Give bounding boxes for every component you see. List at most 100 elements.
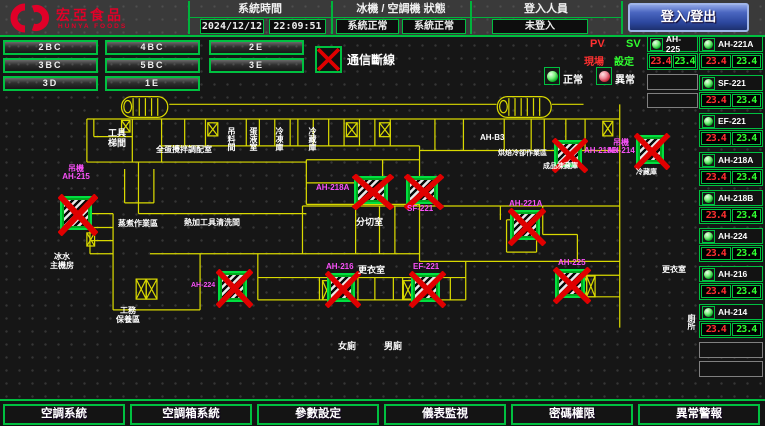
- unit-row-sf-221[interactable]: SF-221: [699, 75, 763, 91]
- company-name: 宏亞食品: [56, 5, 124, 25]
- header-bar: 宏亞食品 HUNYA FOODS 系統時間 2024/12/12 22:09:5…: [0, 0, 765, 37]
- unit-status-lamp-icon: [650, 38, 663, 51]
- floor-button-2e[interactable]: 2E: [209, 40, 304, 55]
- room-label: 工務 保養區: [112, 307, 144, 325]
- fan-equipment-icon[interactable]: [411, 273, 440, 302]
- room-label: 工具 梯間: [104, 129, 130, 149]
- unit-status-lamp-icon: [702, 192, 715, 205]
- unit-name-label: EF-221: [718, 116, 746, 126]
- unit-sv-value: 23.4: [732, 209, 762, 222]
- abnormal-lamp-icon: [596, 67, 612, 85]
- unit-status-lamp-icon: [702, 230, 715, 243]
- unit-values: 23.4 23.4: [699, 245, 763, 262]
- room-label: 分切室: [356, 218, 383, 228]
- unit-row-ah-218b[interactable]: AH-218B: [699, 190, 763, 206]
- equipment-label: EF-221: [413, 263, 445, 271]
- unit-sv-value: 23.4: [732, 132, 762, 145]
- room-label: 冷凍庫: [275, 127, 283, 151]
- nav-ac-system-button[interactable]: 空調系統: [3, 404, 125, 425]
- unit-name-label: AH-224: [718, 231, 747, 241]
- room-label: 更衣室: [662, 266, 686, 275]
- unit-name-label: SF-221: [718, 78, 746, 88]
- unit-pv-value: 23.4: [701, 94, 731, 107]
- unit-name-label: AH-225: [666, 34, 695, 54]
- empty-panel-cell: [647, 74, 698, 90]
- equipment-label: AH-224: [191, 282, 217, 289]
- unit-values: 23.4 23.4: [699, 92, 763, 109]
- system-time-label: 系統時間: [190, 2, 330, 16]
- empty-panel-cell: [699, 342, 763, 358]
- unit-name-label: AH-218B: [718, 193, 753, 203]
- unit-status-lamp-icon: [702, 268, 715, 281]
- normal-legend-label: 正常: [563, 71, 583, 86]
- equipment-label: AH-216: [326, 263, 360, 271]
- ahu-equipment-icon[interactable]: [327, 273, 355, 302]
- header-divider: [621, 1, 623, 34]
- floor-button-3e[interactable]: 3E: [209, 58, 304, 73]
- unit-values: 23.4 23.4: [699, 169, 763, 186]
- login-user-label: 登入人員: [472, 2, 620, 16]
- unit-row-ah-224[interactable]: AH-224: [699, 228, 763, 244]
- unit-pv-value: 23.4: [701, 323, 731, 336]
- ahu-equipment-icon[interactable]: [354, 176, 388, 204]
- unit-status-lamp-icon: [702, 115, 715, 128]
- unit-pv-value: 23.4: [701, 247, 731, 260]
- floor-button-1e[interactable]: 1E: [105, 76, 200, 91]
- room-label: AH-B3: [480, 134, 504, 143]
- ahu-equipment-icon[interactable]: [555, 269, 585, 298]
- room-label: 冰水 主機房: [47, 253, 77, 271]
- unit-status-lamp-icon: [702, 38, 715, 51]
- unit-sv-value: 23.4: [732, 247, 762, 260]
- unit-pv-value: 23.4: [701, 171, 731, 184]
- ahu-equipment-icon[interactable]: [636, 135, 664, 164]
- unit-name-label: AH-216: [718, 269, 747, 279]
- room-label: 烘焙冷卻作業區: [498, 150, 547, 158]
- company-logo-icon: [8, 3, 50, 33]
- nav-alarm-button[interactable]: 異常警報: [638, 404, 760, 425]
- system-time-value: 22:09:51: [269, 19, 326, 34]
- equipment-label: AH-218A: [316, 184, 352, 192]
- unit-sv-value: 23.4: [732, 285, 762, 298]
- system-date-value: 2024/12/12: [200, 19, 264, 34]
- unit-row-ah-225[interactable]: AH-225: [647, 36, 698, 52]
- floor-button-4bc[interactable]: 4BC: [105, 40, 200, 55]
- nav-meter-monitor-button[interactable]: 儀表監視: [384, 404, 506, 425]
- unit-row-ah-216[interactable]: AH-216: [699, 266, 763, 282]
- nav-password-auth-button[interactable]: 密碼權限: [511, 404, 633, 425]
- room-label: 蛋液室: [249, 127, 257, 151]
- ahu-status-value: 系統正常: [402, 19, 466, 34]
- ahu-equipment-icon[interactable]: [60, 196, 92, 230]
- unit-row-ah-218a[interactable]: AH-218A: [699, 152, 763, 168]
- pv-legend-label: PV: [590, 38, 605, 50]
- unit-values: 23.4 23.4: [699, 283, 763, 300]
- floor-button-3bc[interactable]: 3BC: [3, 58, 98, 73]
- unit-values: 23.4 23.4: [699, 53, 763, 70]
- room-label: 全蛋攪拌調配室: [156, 146, 216, 155]
- comm-fail-label: 通信斷線: [347, 51, 395, 68]
- equipment-label: 吊機 AH-214: [607, 139, 635, 156]
- ahu-equipment-icon[interactable]: [218, 271, 247, 302]
- unit-row-ah-214[interactable]: AH-214: [699, 304, 763, 320]
- unit-row-ef-221[interactable]: EF-221: [699, 113, 763, 129]
- fan-equipment-icon[interactable]: [406, 176, 438, 204]
- floor-button-3d[interactable]: 3D: [3, 76, 98, 91]
- room-label: 女廁: [338, 342, 356, 352]
- floor-button-5bc[interactable]: 5BC: [105, 58, 200, 73]
- nav-ahu-system-button[interactable]: 空調箱系統: [130, 404, 252, 425]
- floor-button-2bc[interactable]: 2BC: [3, 40, 98, 55]
- unit-row-ah-221a[interactable]: AH-221A: [699, 36, 763, 52]
- header-divider: [189, 17, 621, 18]
- chiller-status-value: 系統正常: [336, 19, 399, 34]
- room-label: 蒸煮作業區: [118, 220, 158, 229]
- login-status-value: 未登入: [492, 19, 588, 34]
- unit-sv-value: 23.4: [732, 55, 762, 68]
- unit-values: 23.4 23.4: [699, 130, 763, 147]
- room-label: 廁所: [687, 314, 695, 330]
- unit-pv-value: 23.4: [649, 55, 672, 68]
- ahu-equipment-icon[interactable]: [510, 210, 540, 240]
- room-label: 冷藏庫: [308, 127, 316, 151]
- equipment-label: AH-225: [558, 259, 590, 267]
- unit-values: 23.4 23.4: [647, 53, 698, 70]
- nav-parameter-set-button[interactable]: 參數設定: [257, 404, 379, 425]
- login-logout-button[interactable]: 登入/登出: [628, 3, 749, 32]
